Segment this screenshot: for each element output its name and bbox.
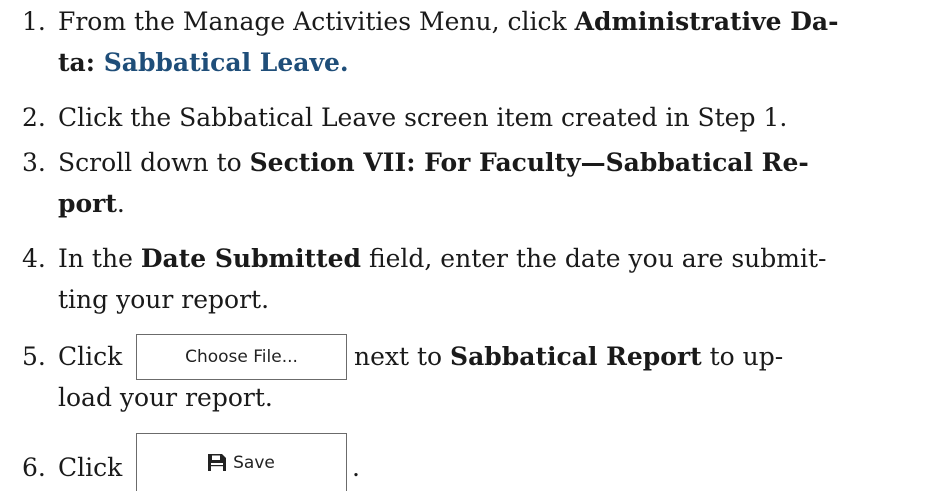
step-text: From the Manage Activities Menu, click (58, 7, 575, 36)
section-name-bold: port (58, 189, 117, 218)
step-number: 5. (22, 342, 46, 371)
step-line: port. (58, 189, 125, 218)
field-name-bold: Date Submitted (140, 244, 361, 273)
menu-path-bold: Administrative Da- (574, 7, 839, 36)
step-text: Click (58, 453, 123, 482)
floppy-disk-icon (208, 454, 227, 471)
step-text: next to (354, 342, 451, 371)
sabbatical-leave-link[interactable]: Sabbatical Leave. (104, 48, 349, 77)
step-text: In the (58, 244, 141, 273)
step-line: ta: Sabbatical Leave. (58, 48, 349, 77)
step-number: 4. (22, 244, 46, 273)
menu-path-bold: ta: (58, 48, 104, 77)
step-number: 2. (22, 103, 46, 132)
step-line: From the Manage Activities Menu, click A… (58, 7, 839, 36)
step-text: Click the Sabbatical Leave screen item c… (58, 103, 788, 132)
step-text: . (116, 189, 125, 218)
step-number: 3. (22, 148, 46, 177)
step-number: 6. (22, 453, 46, 482)
step-text: to up- (701, 342, 784, 371)
step-line: Scroll down to Section VII: For Faculty—… (58, 148, 809, 177)
step-number: 1. (22, 7, 46, 36)
step-text: Click (58, 342, 123, 371)
step-text: . (352, 453, 360, 482)
choose-file-button[interactable]: Choose File... (136, 334, 347, 380)
step-line: next to Sabbatical Report to up- (354, 342, 783, 371)
save-button[interactable]: Save (136, 433, 347, 491)
instructions-list: 1. From the Manage Activities Menu, clic… (0, 0, 930, 491)
field-name-bold: Sabbatical Report (450, 342, 702, 371)
step-text: Scroll down to (58, 148, 250, 177)
step-line: In the Date Submitted field, enter the d… (58, 244, 826, 273)
step-text: load your report. (58, 383, 273, 412)
choose-file-button-label: Choose File... (185, 347, 298, 367)
step-text: ting your report. (58, 285, 270, 314)
save-button-label: Save (233, 452, 275, 473)
step-text: field, enter the date you are submit- (361, 244, 827, 273)
section-name-bold: Section VII: For Faculty—Sabbatical Re- (249, 148, 809, 177)
